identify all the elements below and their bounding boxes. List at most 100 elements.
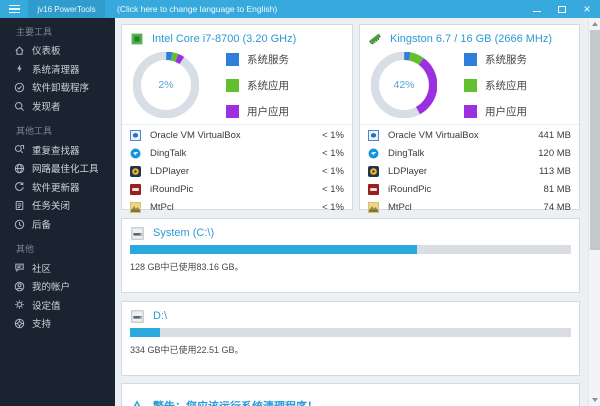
legend-swatch-user-apps [226, 104, 239, 118]
sidebar-item-backup[interactable]: 后备 [0, 215, 115, 234]
sidebar-item-system-cleaner[interactable]: 系统清理器 [0, 60, 115, 79]
disk-d-title: D:\ [153, 310, 168, 322]
sidebar-item-label: 仪表板 [32, 46, 61, 58]
close-button[interactable]: × [580, 2, 594, 16]
virtualbox-icon [368, 129, 379, 141]
sidebar-item-label: 后备 [32, 220, 52, 232]
sidebar-item-label: 我的帐户 [32, 282, 71, 294]
iroundpic-icon [130, 184, 141, 196]
minimize-button[interactable] [530, 2, 544, 16]
sidebar-item-label: 任务关闭 [32, 201, 71, 213]
disk-c-usage-text: 128 GB中已使用83.16 GB。 [130, 262, 244, 272]
cpu-process-list: Oracle VM VirtualBox < 1% DingTalk < 1% … [122, 124, 352, 217]
app-title: jv16 PowerTools [28, 0, 105, 18]
dingtalk-icon [368, 148, 379, 159]
sidebar: 主要工具 仪表板 系统清理器 软件卸载程序 发现者 其他工具 重复查找器 网路最… [0, 18, 115, 406]
mtpcl-icon [130, 202, 141, 214]
process-row[interactable]: MtPcl 74 MB [368, 199, 571, 217]
titlebar: jv16 PowerTools (Click here to change la… [0, 0, 600, 18]
process-row[interactable]: MtPcl < 1% [130, 199, 344, 217]
sidebar-item-software-uninstaller[interactable]: 软件卸载程序 [0, 78, 115, 97]
backup-icon [13, 218, 25, 230]
scrollbar[interactable] [588, 18, 600, 406]
ldplayer-icon [130, 165, 141, 177]
language-hint-link[interactable]: (Click here to change language to Englis… [117, 4, 277, 14]
sidebar-item-my-account[interactable]: 我的帐户 [0, 277, 115, 296]
warning-card[interactable]: 警告：您应该运行系统清理程序！ [121, 383, 580, 406]
cleaner-icon [13, 63, 25, 75]
account-icon [13, 280, 25, 292]
cpu-title: Intel Core i7-8700 (3.20 GHz) [152, 33, 297, 45]
warning-text: 警告：您应该运行系统清理程序！ [153, 398, 318, 406]
process-row[interactable]: iRoundPic 81 MB [368, 181, 571, 199]
sidebar-item-finder[interactable]: 发现者 [0, 97, 115, 116]
process-row[interactable]: Oracle VM VirtualBox < 1% [130, 126, 344, 144]
disk-d-progressbar [130, 328, 571, 337]
sidebar-item-label: 发现者 [32, 102, 61, 114]
sidebar-item-software-updater[interactable]: 软件更新器 [0, 178, 115, 197]
sidebar-item-label: 软件卸载程序 [32, 83, 90, 95]
cpu-chip-icon [130, 32, 144, 46]
sidebar-item-label: 网路最佳化工具 [32, 164, 99, 176]
process-row[interactable]: LDPlayer < 1% [130, 162, 344, 180]
settings-icon [13, 299, 25, 311]
ldplayer-icon [368, 165, 379, 177]
ram-legend: 系统服务 系统应用 用户应用 [464, 50, 527, 121]
sidebar-item-task-close[interactable]: 任务关闭 [0, 196, 115, 215]
ram-title: Kingston 6.7 / 16 GB (2666 MHz) [390, 33, 553, 45]
sidebar-item-settings[interactable]: 设定值 [0, 296, 115, 315]
sidebar-item-duplicate-finder[interactable]: 重复查找器 [0, 140, 115, 159]
updater-icon [13, 181, 25, 193]
dashboard-icon [13, 44, 25, 56]
legend-swatch-system-services [226, 52, 239, 66]
sidebar-item-dashboard[interactable]: 仪表板 [0, 41, 115, 60]
ram-process-list: Oracle VM VirtualBox 441 MB DingTalk 120… [360, 124, 579, 217]
process-row[interactable]: DingTalk < 1% [130, 144, 344, 162]
legend-swatch-system-services [464, 52, 477, 66]
sidebar-item-label: 重复查找器 [32, 145, 80, 157]
community-icon [13, 262, 25, 274]
sidebar-item-label: 社区 [32, 263, 52, 275]
cpu-legend: 系统服务 系统应用 用户应用 [226, 50, 289, 121]
iroundpic-icon [368, 184, 379, 196]
dingtalk-icon [130, 148, 141, 159]
duplicate-finder-icon [13, 144, 25, 156]
main-content: Intel Core i7-8700 (3.20 GHz) 2% 系统服务 系统… [115, 18, 600, 406]
warning-icon [130, 399, 144, 406]
disk-c-card: System (C:\) 128 GB中已使用83.16 GB。 [121, 218, 580, 293]
scroll-up-icon[interactable] [589, 18, 600, 30]
cpu-donut-chart: 2% [132, 51, 200, 119]
mtpcl-icon [368, 202, 379, 214]
scroll-down-icon[interactable] [589, 394, 600, 406]
task-icon [13, 199, 25, 211]
sidebar-item-label: 设定值 [32, 300, 61, 312]
network-icon [13, 162, 25, 174]
process-row[interactable]: iRoundPic < 1% [130, 181, 344, 199]
process-row[interactable]: LDPlayer 113 MB [368, 162, 571, 180]
sidebar-item-support[interactable]: 支持 [0, 314, 115, 333]
maximize-button[interactable] [555, 2, 569, 16]
sidebar-item-label: 系统清理器 [32, 64, 80, 76]
legend-swatch-user-apps [464, 104, 477, 118]
ram-icon [368, 32, 382, 46]
drive-icon [130, 309, 144, 323]
ram-usage-label: 42% [393, 79, 415, 91]
sidebar-item-label: 支持 [32, 319, 52, 331]
process-row[interactable]: DingTalk 120 MB [368, 144, 571, 162]
virtualbox-icon [130, 129, 141, 141]
finder-icon [13, 100, 25, 112]
sidebar-section-header: 其他 [16, 244, 35, 255]
support-icon [13, 317, 25, 329]
scrollbar-thumb[interactable] [590, 30, 600, 250]
sidebar-item-network-optimizer[interactable]: 网路最佳化工具 [0, 159, 115, 178]
ram-donut-chart: 42% [370, 51, 438, 119]
sidebar-item-label: 软件更新器 [32, 182, 80, 194]
sidebar-section-header: 其他工具 [16, 126, 53, 137]
hamburger-menu-icon[interactable] [0, 0, 28, 18]
ram-card: Kingston 6.7 / 16 GB (2666 MHz) 42% 系统服务… [359, 24, 580, 214]
disk-c-title: System (C:\) [153, 227, 215, 239]
drive-icon [130, 226, 144, 240]
legend-swatch-system-apps [226, 78, 239, 92]
sidebar-item-community[interactable]: 社区 [0, 258, 115, 277]
process-row[interactable]: Oracle VM VirtualBox 441 MB [368, 126, 571, 144]
